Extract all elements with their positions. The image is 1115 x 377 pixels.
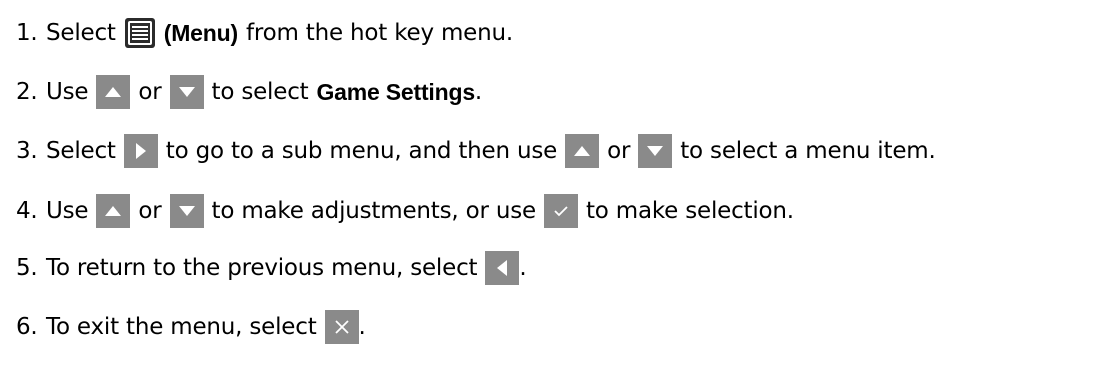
close-icon (324, 310, 359, 344)
step-text: Use (46, 79, 89, 105)
step-text: Select (46, 20, 116, 46)
checkmark-icon (543, 194, 578, 228)
left-arrow-icon (485, 251, 520, 285)
step-text: To exit the menu, select (46, 314, 317, 340)
step-text: . (358, 314, 366, 340)
menu-label: (Menu) (163, 19, 238, 46)
step-number: 5. (16, 255, 38, 281)
step-number: 1. (16, 20, 38, 46)
up-arrow-icon (96, 75, 131, 109)
up-arrow-icon (565, 134, 600, 168)
down-arrow-icon (169, 75, 204, 109)
step-4: 4. Use or to make adjustments, or use to… (16, 189, 794, 233)
menu-icon (124, 17, 156, 49)
step-text: or (138, 198, 162, 224)
step-5: 5. To return to the previous menu, selec… (16, 246, 527, 290)
step-text: Select (46, 138, 116, 164)
step-text: to select a menu item. (680, 138, 936, 164)
step-text: to go to a sub menu, and then use (165, 138, 558, 164)
step-text: to make selection. (585, 198, 794, 224)
step-1: 1. Select (Menu) from the hot key menu. (16, 11, 513, 55)
step-text: . (474, 79, 483, 105)
step-number: 6. (16, 314, 38, 340)
step-text: to select (211, 79, 309, 105)
down-arrow-icon (638, 134, 673, 168)
step-text: or (138, 79, 162, 105)
step-text: or (607, 138, 631, 164)
step-number: 2. (16, 79, 38, 105)
right-arrow-icon (123, 134, 158, 168)
step-number: 4. (16, 198, 38, 224)
game-settings-label: Game Settings (316, 78, 475, 105)
step-text: from the hot key menu. (245, 20, 514, 46)
step-text: . (519, 255, 527, 281)
step-3: 3. Select to go to a sub menu, and then … (16, 129, 936, 173)
step-text: To return to the previous menu, select (46, 255, 478, 281)
step-6: 6. To exit the menu, select . (16, 305, 366, 349)
step-text: to make adjustments, or use (211, 198, 537, 224)
down-arrow-icon (169, 194, 204, 228)
step-text: Use (46, 198, 89, 224)
step-number: 3. (16, 138, 38, 164)
up-arrow-icon (96, 194, 131, 228)
step-2: 2. Use or to select Game Settings . (16, 70, 482, 114)
